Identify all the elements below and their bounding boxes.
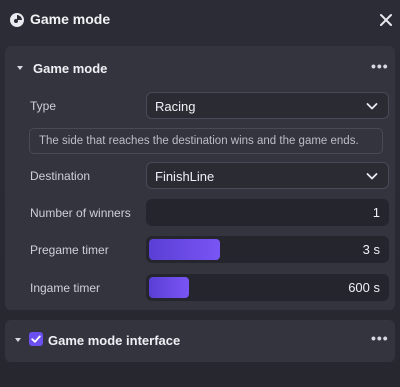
ingame-timer-label: Ingame timer xyxy=(30,281,101,295)
destination-select[interactable]: FinishLine xyxy=(146,162,389,189)
interface-section-title: Game mode interface xyxy=(48,333,181,348)
pregame-timer-value: 3 s xyxy=(362,242,380,257)
more-options-button[interactable]: ••• xyxy=(371,58,389,74)
game-mode-section-header[interactable]: Game mode ••• xyxy=(5,46,395,86)
ingame-timer-fill xyxy=(149,277,189,298)
type-label: Type xyxy=(30,99,57,113)
caret-down-icon[interactable] xyxy=(13,335,23,345)
winners-value: 1 xyxy=(372,205,380,220)
check-icon xyxy=(31,335,41,343)
winners-input[interactable]: 1 xyxy=(146,199,389,226)
title-bar: Game mode xyxy=(0,0,400,40)
interface-more-options-button[interactable]: ••• xyxy=(371,330,389,346)
window-title: Game mode xyxy=(30,11,111,27)
game-mode-window: Game mode Game mode ••• Type Racing The … xyxy=(0,0,400,387)
pregame-timer-slider[interactable]: 3 s xyxy=(146,236,389,263)
type-select[interactable]: Racing xyxy=(146,92,389,119)
destination-label: Destination xyxy=(30,169,91,183)
chevron-down-icon xyxy=(366,103,378,110)
type-select-value: Racing xyxy=(155,99,196,114)
game-mode-interface-panel: Game mode interface ••• xyxy=(5,320,395,362)
interface-enabled-checkbox[interactable] xyxy=(29,332,43,346)
section-title: Game mode xyxy=(33,61,108,76)
pregame-timer-fill xyxy=(149,239,220,260)
caret-down-icon[interactable] xyxy=(15,63,25,73)
mode-description: The side that reaches the destination wi… xyxy=(39,135,359,147)
game-mode-panel: Game mode ••• Type Racing The side that … xyxy=(5,46,395,310)
pregame-timer-label: Pregame timer xyxy=(30,243,109,257)
app-logo-icon xyxy=(9,12,25,28)
chevron-down-icon xyxy=(366,173,378,180)
destination-select-value: FinishLine xyxy=(155,169,215,184)
ingame-timer-value: 600 s xyxy=(348,280,380,295)
close-icon xyxy=(380,14,392,26)
winners-label: Number of winners xyxy=(30,206,131,220)
mode-description-box: The side that reaches the destination wi… xyxy=(29,128,383,154)
ingame-timer-slider[interactable]: 600 s xyxy=(146,274,389,301)
close-button[interactable] xyxy=(376,10,396,30)
